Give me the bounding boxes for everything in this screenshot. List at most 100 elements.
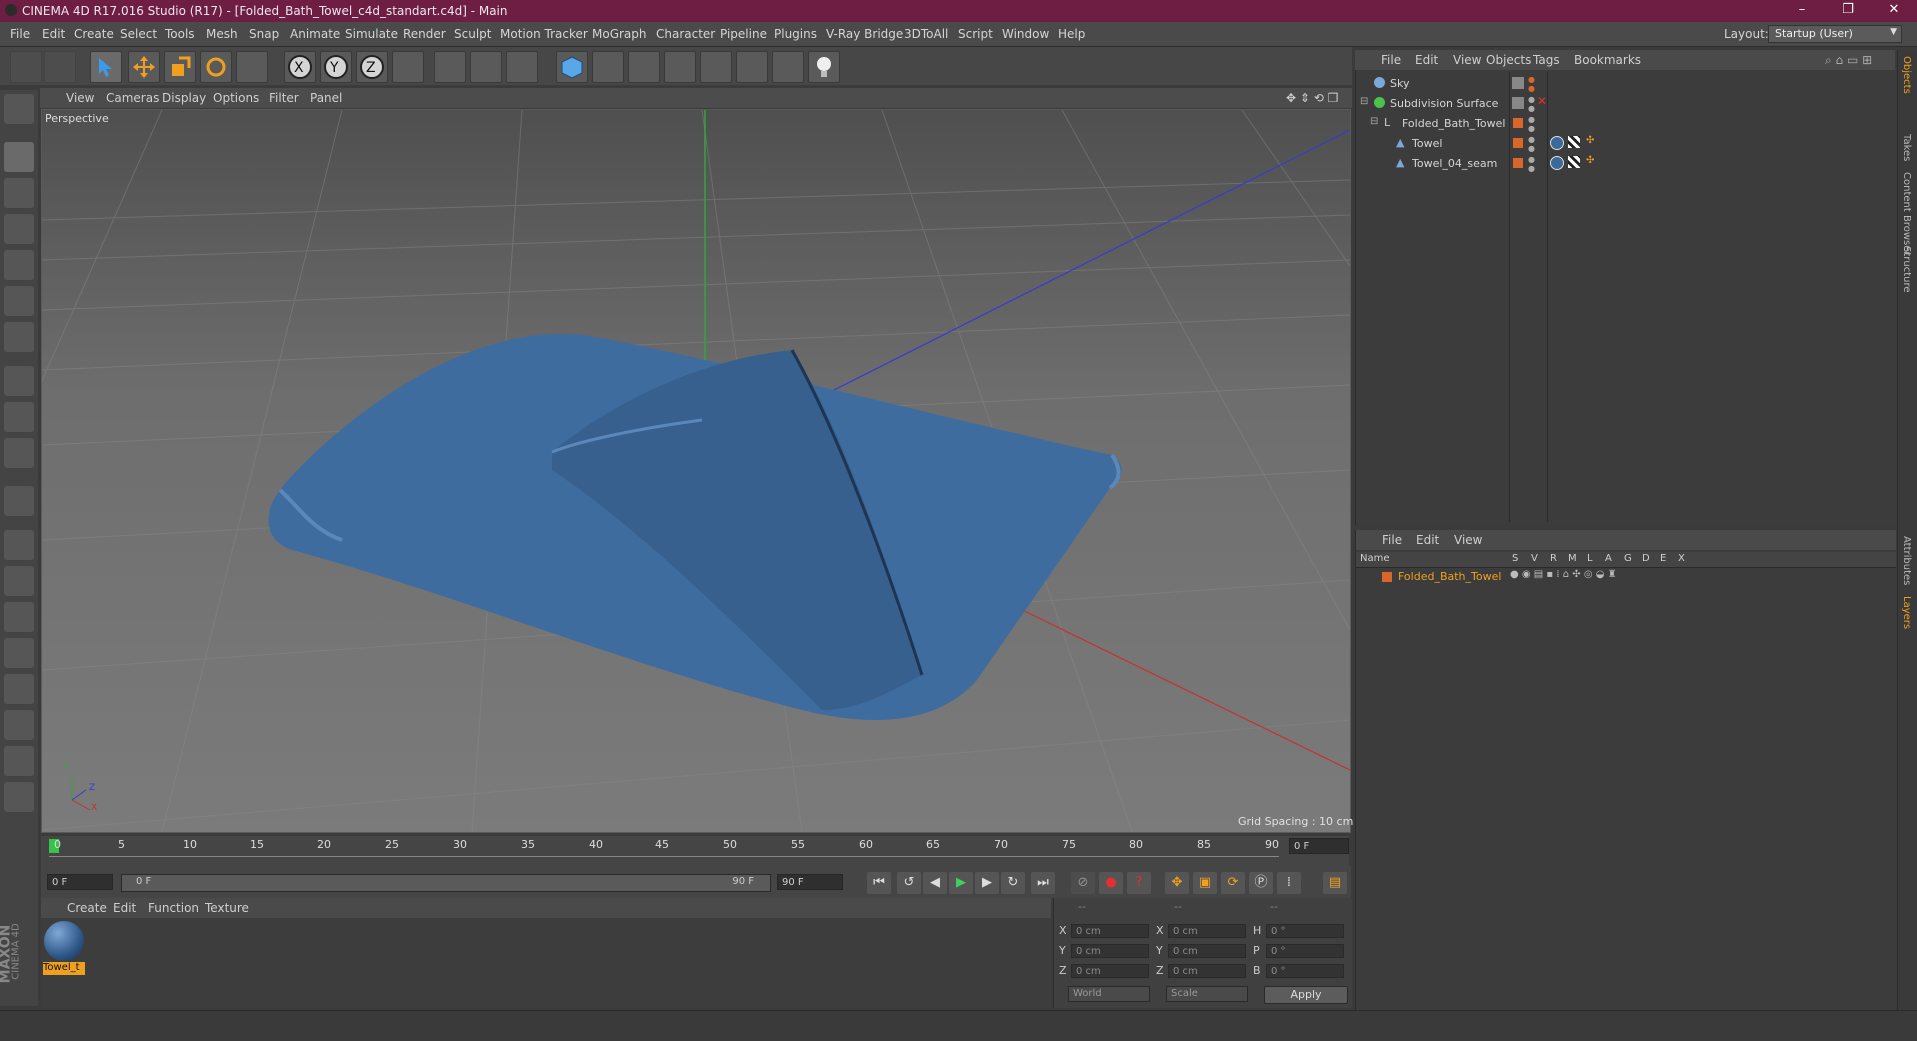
axis-mode-icon[interactable]	[4, 366, 34, 396]
menu-animate[interactable]: Animate	[290, 27, 340, 41]
menu-pipeline[interactable]: Pipeline	[720, 27, 767, 41]
flag-render[interactable]: R	[1550, 553, 1557, 564]
object-menu-edit[interactable]: Edit	[1415, 53, 1438, 67]
visibility-dots-icon[interactable]: ● ●	[1528, 75, 1535, 93]
viewport-menu-cameras[interactable]: Cameras	[106, 91, 159, 105]
viewport-menu-view[interactable]: View	[66, 91, 94, 105]
material-tag-icon[interactable]	[1550, 156, 1564, 170]
subdivision-icon[interactable]	[628, 51, 660, 83]
cube-icon[interactable]	[556, 51, 588, 83]
floor-icon[interactable]	[736, 51, 768, 83]
play-icon[interactable]: ▶	[949, 872, 973, 894]
grid-icon[interactable]	[4, 530, 34, 560]
make-editable-icon[interactable]	[4, 94, 34, 124]
position-z-field[interactable]: 0 cm	[1071, 964, 1149, 978]
knife-tool-icon[interactable]	[4, 782, 34, 812]
previous-keyframe-icon[interactable]: ↺	[897, 872, 921, 894]
maximize-button[interactable]: ❐	[1826, 0, 1870, 22]
search-icon[interactable]: ⌕ ⌂ ▭ ⊞	[1825, 53, 1872, 68]
rotation-p-field[interactable]: 0 °	[1266, 944, 1344, 958]
polygons-mode-icon[interactable]	[4, 322, 34, 352]
menu-plugins[interactable]: Plugins	[774, 27, 817, 41]
flag-view[interactable]: V	[1531, 553, 1538, 564]
tab-layers[interactable]: Layers	[1901, 596, 1912, 629]
material-item[interactable]: Towel_t	[43, 920, 85, 975]
render-picture-viewer-icon[interactable]	[470, 51, 502, 83]
selection-tag-icon[interactable]: ✣	[1586, 155, 1594, 166]
menu-window[interactable]: Window	[1002, 27, 1049, 41]
material-menu-edit[interactable]: Edit	[113, 901, 136, 915]
camera-icon[interactable]	[772, 51, 804, 83]
key-position-icon[interactable]: ✥	[1165, 872, 1189, 894]
object-menu-tags[interactable]: Tags	[1533, 53, 1560, 67]
flag-expressions[interactable]: E	[1660, 553, 1666, 564]
go-to-end-icon[interactable]: ⏭	[1031, 872, 1055, 894]
tab-takes[interactable]: Takes	[1901, 134, 1912, 161]
apply-button[interactable]: Apply	[1264, 986, 1348, 1004]
object-menu-file[interactable]: File	[1381, 53, 1401, 67]
autokey-icon[interactable]: ●	[1099, 872, 1123, 894]
model-mode-icon[interactable]	[4, 142, 34, 172]
edges-mode-icon[interactable]	[4, 286, 34, 316]
key-pla-icon[interactable]: ⁞	[1277, 872, 1301, 894]
perspective-viewport[interactable]: Y X Z	[41, 109, 1351, 833]
menu-character[interactable]: Character	[656, 27, 715, 41]
display-tag-icon[interactable]	[1512, 97, 1524, 109]
magnet-icon[interactable]	[4, 486, 34, 516]
disabled-x-icon[interactable]: ✕	[1537, 94, 1547, 108]
rotation-b-field[interactable]: 0 °	[1266, 964, 1344, 978]
menu-sculpt[interactable]: Sculpt	[454, 27, 491, 41]
viewport-menu-display[interactable]: Display	[162, 91, 206, 105]
towel-mesh[interactable]	[268, 333, 1122, 720]
tweak-mode-icon[interactable]	[4, 402, 34, 432]
layer-menu-edit[interactable]: Edit	[1416, 533, 1439, 547]
coordinate-system-icon[interactable]	[392, 51, 424, 83]
menu-vray-bridge[interactable]: V-Ray Bridge	[826, 27, 903, 41]
workplane-icon[interactable]	[4, 214, 34, 244]
size-x-field[interactable]: 0 cm	[1168, 924, 1246, 938]
end-frame-field[interactable]: 90 F	[777, 874, 843, 890]
viewport-menu-options[interactable]: Options	[213, 91, 259, 105]
layout-select[interactable]: Startup (User) ▼	[1768, 25, 1902, 43]
scale-icon[interactable]	[164, 51, 196, 83]
sculpt-brush-icon[interactable]	[4, 638, 34, 668]
visibility-dots-icon[interactable]: ● ●	[1528, 155, 1535, 173]
current-frame-field[interactable]: 0 F	[1289, 838, 1349, 854]
timeline-icon[interactable]: ▤	[1323, 872, 1347, 894]
object-menu-objects[interactable]: Objects	[1486, 53, 1531, 67]
move-icon[interactable]	[128, 51, 160, 83]
layer-flag-icons[interactable]: ● ◉ ▤ ▪ ⁞ ⌂ ✣ ◎ ◒ ♜	[1510, 569, 1617, 580]
layer-menu-file[interactable]: File	[1382, 533, 1402, 547]
smooth-brush-icon[interactable]	[4, 710, 34, 740]
flag-locked[interactable]: L	[1587, 553, 1593, 564]
previous-frame-icon[interactable]: ◀	[923, 872, 947, 894]
viewport-menu-panel[interactable]: Panel	[310, 91, 342, 105]
key-param-icon[interactable]: Ⓟ	[1249, 872, 1273, 894]
layer-color-swatch[interactable]	[1513, 158, 1523, 168]
grid-snap-icon[interactable]	[4, 566, 34, 596]
object-row-subdivision-surface[interactable]: ⊟ Subdivision Surface ● ● ✕	[1356, 94, 1896, 113]
uvw-tag-icon[interactable]	[1568, 136, 1580, 148]
deformer-icon[interactable]	[700, 51, 732, 83]
material-menu-create[interactable]: Create	[67, 901, 107, 915]
viewport-menu-filter[interactable]: Filter	[269, 91, 299, 105]
collapse-toggle-icon[interactable]: ⊟	[1360, 96, 1368, 107]
range-slider[interactable]: 0 F 90 F	[121, 874, 771, 892]
uvw-tag-icon[interactable]	[1568, 156, 1580, 168]
key-scale-icon[interactable]: ▣	[1193, 872, 1217, 894]
flag-animation[interactable]: A	[1605, 553, 1612, 564]
y-axis-lock-icon[interactable]: Y	[320, 51, 352, 83]
object-menu-bookmarks[interactable]: Bookmarks	[1574, 53, 1641, 67]
minimize-button[interactable]: –	[1780, 0, 1824, 22]
recent-tools-icon[interactable]	[236, 51, 268, 83]
close-button[interactable]: ✕	[1872, 0, 1916, 22]
material-menu-texture[interactable]: Texture	[205, 901, 249, 915]
visibility-dots-icon[interactable]: ● ●	[1528, 95, 1535, 113]
flag-generators[interactable]: G	[1624, 553, 1632, 564]
texture-mode-icon[interactable]	[4, 178, 34, 208]
visibility-dots-icon[interactable]: ● ●	[1528, 135, 1535, 153]
menu-select[interactable]: Select	[120, 27, 157, 41]
coordinate-mode-select[interactable]: World	[1068, 986, 1150, 1002]
menu-snap[interactable]: Snap	[249, 27, 279, 41]
light-icon[interactable]	[808, 51, 840, 83]
